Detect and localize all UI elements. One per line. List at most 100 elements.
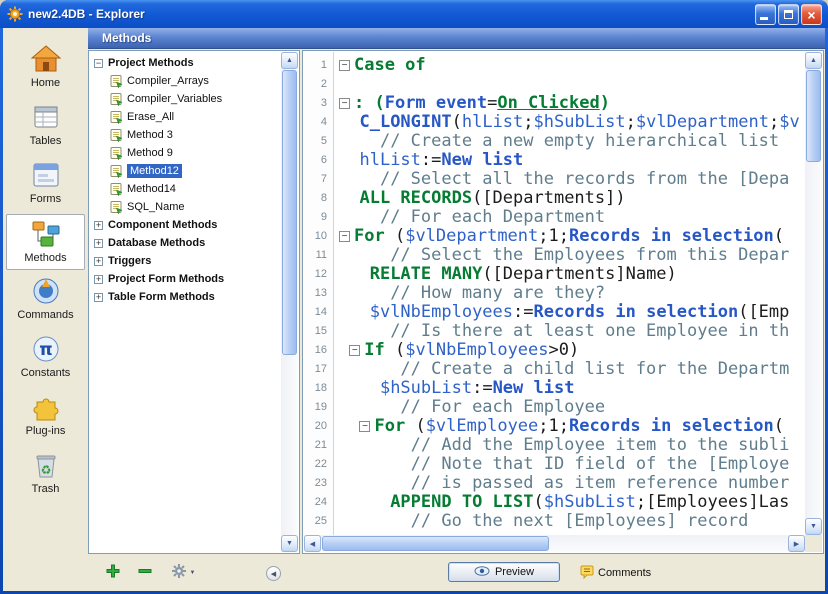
tree-method-row[interactable]: Compiler_Variables (90, 90, 281, 108)
line-number: 22 (304, 455, 333, 474)
editor-vertical-scrollbar[interactable]: ▲ ▼ (805, 52, 822, 535)
code-line: // Select the Employees from this Depar (339, 246, 805, 265)
tree-method-row[interactable]: Erase_All (90, 108, 281, 126)
remove-icon (137, 563, 153, 584)
tree-group-row[interactable]: +Database Methods (90, 234, 281, 252)
code-line: // For each Employee (339, 398, 805, 417)
sidebar-item-tables[interactable]: Tables (6, 98, 85, 154)
code-line: // For each Department (339, 208, 805, 227)
tree-group-row[interactable]: +Project Form Methods (90, 270, 281, 288)
tree-method-row[interactable]: Method12 (90, 162, 281, 180)
add-icon (105, 563, 121, 584)
svg-text:π: π (39, 340, 52, 360)
preview-button-label: Preview (495, 566, 534, 578)
collapse-panel-button[interactable]: ◀ (266, 566, 281, 581)
scroll-down-button[interactable]: ▼ (805, 518, 822, 535)
fold-icon[interactable]: − (339, 231, 350, 242)
tree-method-row[interactable]: SQL_Name (90, 198, 281, 216)
tree-expander-icon[interactable]: − (94, 59, 103, 68)
scroll-left-button[interactable]: ◀ (304, 535, 321, 552)
scrollbar-thumb[interactable] (282, 70, 297, 355)
method-icon (109, 146, 123, 160)
line-number: 15 (304, 322, 333, 341)
fold-icon[interactable]: − (349, 345, 360, 356)
sidebar-item-commands[interactable]: Commands (6, 272, 85, 328)
code-line: RELATE MANY([Departments]Name) (339, 265, 805, 284)
sidebar: Home Tables Forms Methods (3, 28, 88, 591)
code-area[interactable]: −Case of−: (Form event=On Clicked) C_LON… (335, 52, 805, 535)
line-number: 5 (304, 132, 333, 151)
constants-icon: π (30, 333, 62, 365)
tree-expander-icon[interactable]: + (94, 221, 103, 230)
code-line: // Add the Employee item to the subli (339, 436, 805, 455)
editor-horizontal-scrollbar[interactable]: ◀ ▶ (304, 535, 805, 552)
scrollbar-thumb[interactable] (322, 536, 549, 551)
remove-method-button[interactable] (136, 564, 154, 582)
tree-method-row[interactable]: Method 3 (90, 126, 281, 144)
tree-group-row[interactable]: + Table Form Methods (90, 288, 281, 306)
sidebar-item-home[interactable]: Home (6, 40, 85, 96)
preview-button[interactable]: Preview (448, 562, 560, 582)
scroll-up-button[interactable]: ▲ (805, 52, 822, 69)
code-line: // Note that ID field of the [Employe (339, 455, 805, 474)
fold-icon[interactable]: − (339, 98, 350, 109)
line-number: 6 (304, 151, 333, 170)
method-tree: −Project MethodsCompiler_ArraysCompiler_… (90, 54, 281, 552)
comments-button[interactable]: Comments (580, 564, 651, 582)
method-icon (109, 110, 123, 124)
scroll-right-button[interactable]: ▶ (788, 535, 805, 552)
bottom-toolbar: ▼ ◀ Preview Comments (88, 555, 825, 591)
line-number: 16 (304, 341, 333, 360)
code-line: $vlNbEmployees:=Records in selection([Em… (339, 303, 805, 322)
code-line: // Go the next [Employees] record (339, 512, 805, 531)
sidebar-item-plugins[interactable]: Plug-ins (6, 388, 85, 444)
dropdown-arrow-icon: ▼ (190, 570, 196, 576)
code-line: ALL RECORDS([Departments]) (339, 189, 805, 208)
sidebar-item-label: Plug-ins (6, 425, 85, 437)
forms-icon (30, 159, 62, 191)
tree-expander-icon[interactable]: + (94, 293, 103, 302)
tree-method-row[interactable]: Method 9 (90, 144, 281, 162)
sidebar-item-methods[interactable]: Methods (6, 214, 85, 270)
tree-method-row[interactable]: Compiler_Arrays (90, 72, 281, 90)
tables-icon (30, 101, 62, 133)
line-number: 25 (304, 512, 333, 531)
method-icon (109, 128, 123, 142)
sidebar-item-label: Methods (7, 252, 84, 264)
line-number: 9 (304, 208, 333, 227)
scrollbar-thumb[interactable] (806, 70, 821, 162)
tree-group-row[interactable]: +Component Methods (90, 216, 281, 234)
tree-scrollbar[interactable]: ▲ ▼ (281, 52, 298, 552)
sidebar-item-label: Trash (6, 483, 85, 495)
tree-method-row[interactable]: Method14 (90, 180, 281, 198)
code-line (339, 75, 805, 94)
line-number: 24 (304, 493, 333, 512)
code-line: // Create a child list for the Departm (339, 360, 805, 379)
sidebar-item-forms[interactable]: Forms (6, 156, 85, 212)
tree-item-label: Table Form Methods (108, 291, 215, 303)
sidebar-item-constants[interactable]: π Constants (6, 330, 85, 386)
tree-group-row[interactable]: −Project Methods (90, 54, 281, 72)
window-title: new2.4DB - Explorer (28, 7, 145, 21)
minimize-button[interactable] (755, 4, 776, 25)
minimize-icon (760, 17, 768, 20)
options-menu-button[interactable]: ▼ (168, 564, 198, 582)
sidebar-item-trash[interactable]: ♻ Trash (6, 446, 85, 502)
tree-group-row[interactable]: + Triggers (90, 252, 281, 270)
tree-expander-icon[interactable]: + (94, 275, 103, 284)
titlebar[interactable]: new2.4DB - Explorer × (0, 0, 828, 28)
fold-icon[interactable]: − (339, 60, 350, 71)
scroll-down-button[interactable]: ▼ (281, 535, 298, 552)
add-method-button[interactable] (104, 564, 122, 582)
fold-icon[interactable]: − (359, 421, 370, 432)
maximize-button[interactable] (778, 4, 799, 25)
code-line: hlList:=New list (339, 151, 805, 170)
scroll-up-button[interactable]: ▲ (281, 52, 298, 69)
tree-item-label: Triggers (108, 255, 151, 267)
tree-expander-icon[interactable]: + (94, 239, 103, 248)
close-button[interactable]: × (801, 4, 822, 25)
method-tree-panel: −Project MethodsCompiler_ArraysCompiler_… (88, 50, 300, 554)
sidebar-item-label: Constants (6, 367, 85, 379)
tree-expander-icon[interactable]: + (94, 257, 103, 266)
tree-item-label: SQL_Name (127, 201, 184, 213)
